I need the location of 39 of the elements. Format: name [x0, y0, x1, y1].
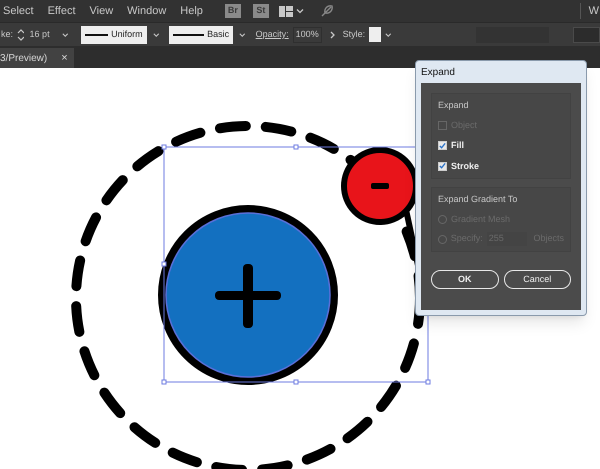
spinner-icon[interactable] — [17, 28, 24, 40]
menu-item[interactable]: Help — [180, 2, 203, 20]
brush-dropdown[interactable]: Basic — [169, 26, 234, 44]
menu-item[interactable]: View — [90, 2, 114, 20]
group-title: Expand — [438, 99, 470, 112]
dialog-title: Expand — [421, 66, 456, 80]
close-icon[interactable]: × — [61, 50, 68, 66]
dialog-button[interactable]: Cancel — [504, 270, 571, 289]
group-title: Expand Gradient To — [438, 193, 518, 206]
caret-icon[interactable] — [62, 30, 69, 38]
menu-item[interactable]: Window — [127, 2, 166, 20]
dropdown-value: Basic — [207, 28, 230, 41]
checkbox[interactable] — [438, 141, 447, 150]
text-field[interactable] — [573, 26, 600, 42]
checkbox-label: Fill — [451, 139, 464, 152]
chevron-icon[interactable] — [330, 30, 335, 38]
caret-icon[interactable] — [296, 7, 304, 15]
caret-icon[interactable] — [239, 30, 246, 38]
stroke-label: ke: — [1, 28, 14, 41]
menu-item[interactable]: Effect — [48, 2, 76, 20]
document-tab[interactable]: 3/Preview) × — [0, 48, 74, 68]
opacity-field[interactable]: 100% — [292, 26, 322, 42]
menu-item[interactable]: Select — [3, 2, 34, 20]
menu-item[interactable]: W — [588, 2, 600, 20]
stroke-profile-dropdown[interactable]: Uniform — [80, 26, 147, 44]
caret-icon[interactable] — [152, 30, 160, 38]
tab-title: 3/Preview) — [0, 52, 48, 66]
dialog-button[interactable]: OK — [431, 270, 498, 289]
caret-icon[interactable] — [385, 30, 392, 38]
feather-icon[interactable] — [320, 4, 334, 18]
style-label: Style: — [342, 28, 366, 41]
stroke-line-icon — [84, 34, 108, 36]
opacity-label[interactable]: Opacity: — [256, 28, 289, 42]
workspace-icon[interactable] — [278, 6, 293, 16]
stroke-line-icon — [173, 34, 204, 36]
checkbox[interactable] — [438, 162, 447, 171]
style-swatch[interactable] — [369, 27, 382, 42]
dropdown-value: Uniform — [111, 28, 143, 41]
checkbox-label: Stroke — [451, 160, 480, 172]
